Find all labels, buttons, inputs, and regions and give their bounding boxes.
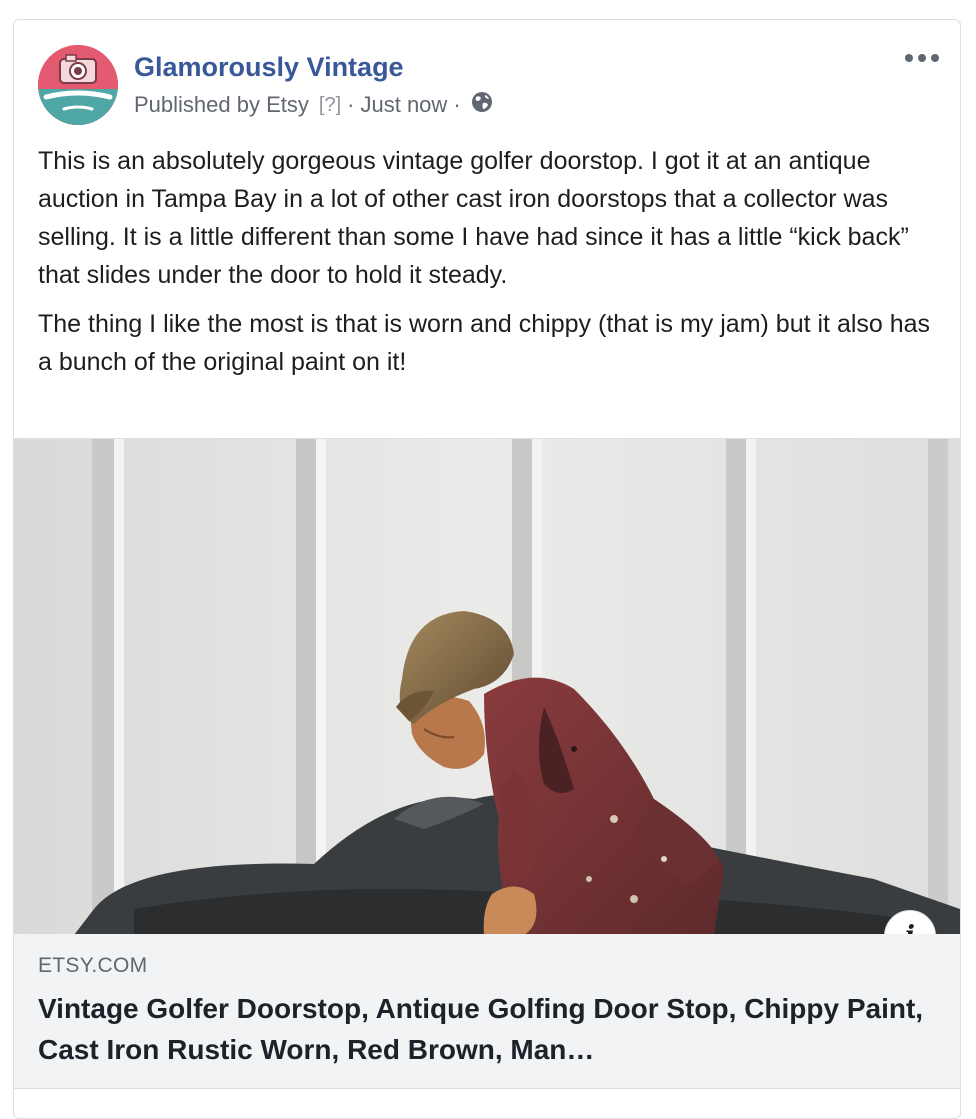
preview-caption[interactable]: ETSY.COM Vintage Golfer Doorstop, Antiqu… bbox=[14, 934, 960, 1089]
preview-image[interactable] bbox=[14, 438, 960, 935]
globe-icon[interactable] bbox=[471, 91, 493, 119]
page-avatar[interactable] bbox=[38, 45, 118, 125]
post-header: Glamorously Vintage Published by Etsy [?… bbox=[14, 20, 960, 135]
post-meta: Published by Etsy [?] · Just now · bbox=[134, 91, 493, 119]
more-options-button[interactable] bbox=[902, 48, 942, 68]
link-title[interactable]: Vintage Golfer Doorstop, Antique Golfing… bbox=[38, 988, 928, 1070]
page-name-link[interactable]: Glamorously Vintage bbox=[134, 52, 404, 83]
feed-post: Glamorously Vintage Published by Etsy [?… bbox=[13, 19, 961, 1119]
link-preview-card[interactable]: i ETSY.COM Vintage Golfer Doorstop, Anti… bbox=[14, 438, 960, 1089]
post-timestamp[interactable]: Just now bbox=[360, 92, 447, 118]
meta-separator: · bbox=[347, 92, 355, 117]
published-by-label: Published by bbox=[134, 92, 260, 117]
help-link[interactable]: [?] bbox=[319, 94, 341, 117]
publisher-link[interactable]: Etsy bbox=[266, 92, 309, 118]
avatar-logo-icon bbox=[38, 45, 118, 125]
meta-separator: · bbox=[453, 92, 461, 117]
golfer-doorstop-photo bbox=[14, 439, 960, 935]
more-options-icon bbox=[905, 54, 939, 62]
post-message: This is an absolutely gorgeous vintage g… bbox=[38, 142, 943, 392]
link-domain: ETSY.COM bbox=[38, 954, 148, 977]
post-paragraph: This is an absolutely gorgeous vintage g… bbox=[38, 147, 909, 289]
post-paragraph: The thing I like the most is that is wor… bbox=[38, 310, 931, 376]
